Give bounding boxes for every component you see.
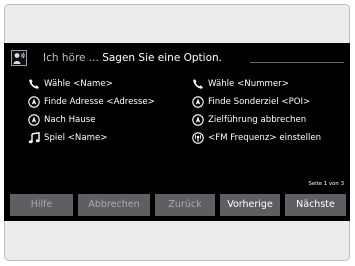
previous-button[interactable]: Vorherige: [220, 194, 280, 216]
command-play-name[interactable]: Spiel <Name>: [28, 130, 107, 146]
phone-icon: [28, 78, 40, 90]
help-button[interactable]: Hilfe: [10, 194, 73, 216]
navigation-icon: [192, 114, 204, 126]
navigation-icon: [192, 96, 204, 108]
command-dial-name[interactable]: Wähle <Name>: [28, 76, 113, 92]
navigation-icon: [28, 96, 40, 108]
navigation-icon: [28, 114, 40, 126]
back-button[interactable]: Zurück: [155, 194, 215, 216]
command-find-poi[interactable]: Finde Sonderziel <POI>: [192, 94, 310, 110]
prompt-listening-text: Ich höre ...: [43, 52, 103, 64]
command-go-home[interactable]: Nach Hause: [28, 112, 96, 128]
voice-prompt-text: Ich höre ... Sagen Sie eine Option.: [43, 51, 222, 65]
command-label: Nach Hause: [44, 115, 96, 125]
voice-command-screen: Ich höre ... Sagen Sie eine Option. Wähl…: [4, 43, 350, 221]
voice-recognition-icon: [11, 50, 27, 66]
command-label: Finde Sonderziel <POI>: [208, 97, 311, 107]
next-button[interactable]: Nächste: [285, 194, 346, 216]
radio-icon: [192, 132, 204, 144]
command-label: <FM Frequenz> einstellen: [208, 133, 322, 143]
command-label: Wähle <Nummer>: [208, 79, 289, 89]
music-note-icon: [28, 132, 40, 144]
page-indicator: Seite 1 von 3: [308, 181, 344, 187]
button-bar: Hilfe Abbrechen Zurück Vorherige Nächste: [10, 194, 346, 216]
command-label: Zielführung abbrechen: [208, 115, 307, 125]
command-label: Spiel <Name>: [44, 133, 108, 143]
voice-prompt-header: Ich höre ... Sagen Sie eine Option.: [4, 48, 350, 70]
command-label: Finde Adresse <Adresse>: [44, 97, 155, 107]
phone-icon: [192, 78, 204, 90]
command-label: Wähle <Name>: [44, 79, 113, 89]
cancel-button[interactable]: Abbrechen: [78, 194, 150, 216]
command-tune-fm[interactable]: <FM Frequenz> einstellen: [192, 130, 321, 146]
header-divider: [250, 62, 344, 63]
command-dial-number[interactable]: Wähle <Nummer>: [192, 76, 289, 92]
command-cancel-guidance[interactable]: Zielführung abbrechen: [192, 112, 306, 128]
command-find-address[interactable]: Finde Adresse <Adresse>: [28, 94, 155, 110]
prompt-instruction-text: Sagen Sie eine Option.: [102, 52, 222, 64]
